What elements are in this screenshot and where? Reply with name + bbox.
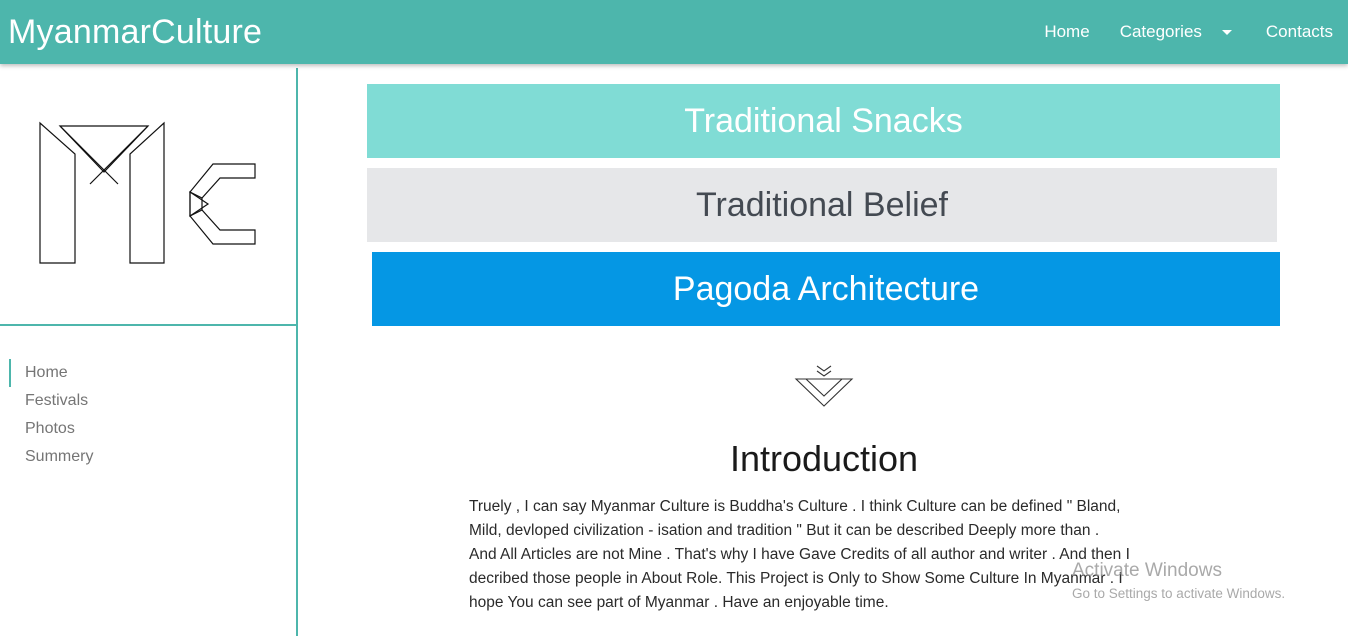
introduction-paragraph: Truely , I can say Myanmar Culture is Bu… xyxy=(469,495,1185,615)
nav-contacts-label: Contacts xyxy=(1265,22,1333,41)
scroll-down-chevron-icon[interactable] xyxy=(794,364,854,410)
intro-line: Truely , I can say Myanmar Culture is Bu… xyxy=(469,498,1121,515)
intro-line: decribed those people in About Role. Thi… xyxy=(469,570,1123,587)
nav-contacts-link[interactable]: Contacts xyxy=(1266,22,1333,42)
nav-categories-dropdown[interactable]: Categories xyxy=(1120,22,1236,42)
top-navbar: MyanmarCulture Home Categories Contacts xyxy=(0,0,1348,64)
mc-logo-icon xyxy=(39,121,256,264)
sidebar: Home Festivals Photos Summery xyxy=(0,68,298,636)
nav-links: Home Categories Contacts xyxy=(1044,0,1348,64)
intro-line: And All Articles are not Mine . That's w… xyxy=(469,546,1130,563)
sidebar-item-home[interactable]: Home xyxy=(9,359,93,387)
pagoda-architecture-banner[interactable]: Pagoda Architecture xyxy=(372,252,1280,326)
nav-home-label: Home xyxy=(1044,22,1090,41)
traditional-snacks-banner[interactable]: Traditional Snacks xyxy=(367,84,1280,158)
intro-line: hope You can see part of Myanmar . Have … xyxy=(469,594,889,611)
sidebar-item-festivals[interactable]: Festivals xyxy=(9,387,93,415)
intro-line: Mild, devloped civilization - isation an… xyxy=(469,522,1100,539)
nav-categories-label: Categories xyxy=(1119,22,1202,41)
sidebar-nav: Home Festivals Photos Summery xyxy=(9,359,93,471)
pagoda-architecture-label: Pagoda Architecture xyxy=(672,269,980,308)
sidebar-item-photos[interactable]: Photos xyxy=(9,415,93,443)
caret-down-icon xyxy=(1221,29,1232,35)
traditional-belief-banner[interactable]: Traditional Belief xyxy=(367,168,1277,242)
sidebar-logo-box xyxy=(0,68,296,326)
brand-logo-text[interactable]: MyanmarCulture xyxy=(8,12,262,52)
traditional-snacks-label: Traditional Snacks xyxy=(684,101,963,140)
traditional-belief-label: Traditional Belief xyxy=(696,185,948,224)
introduction-heading: Introduction xyxy=(729,438,919,479)
sidebar-item-summery[interactable]: Summery xyxy=(9,443,93,471)
nav-home-link[interactable]: Home xyxy=(1044,22,1089,42)
